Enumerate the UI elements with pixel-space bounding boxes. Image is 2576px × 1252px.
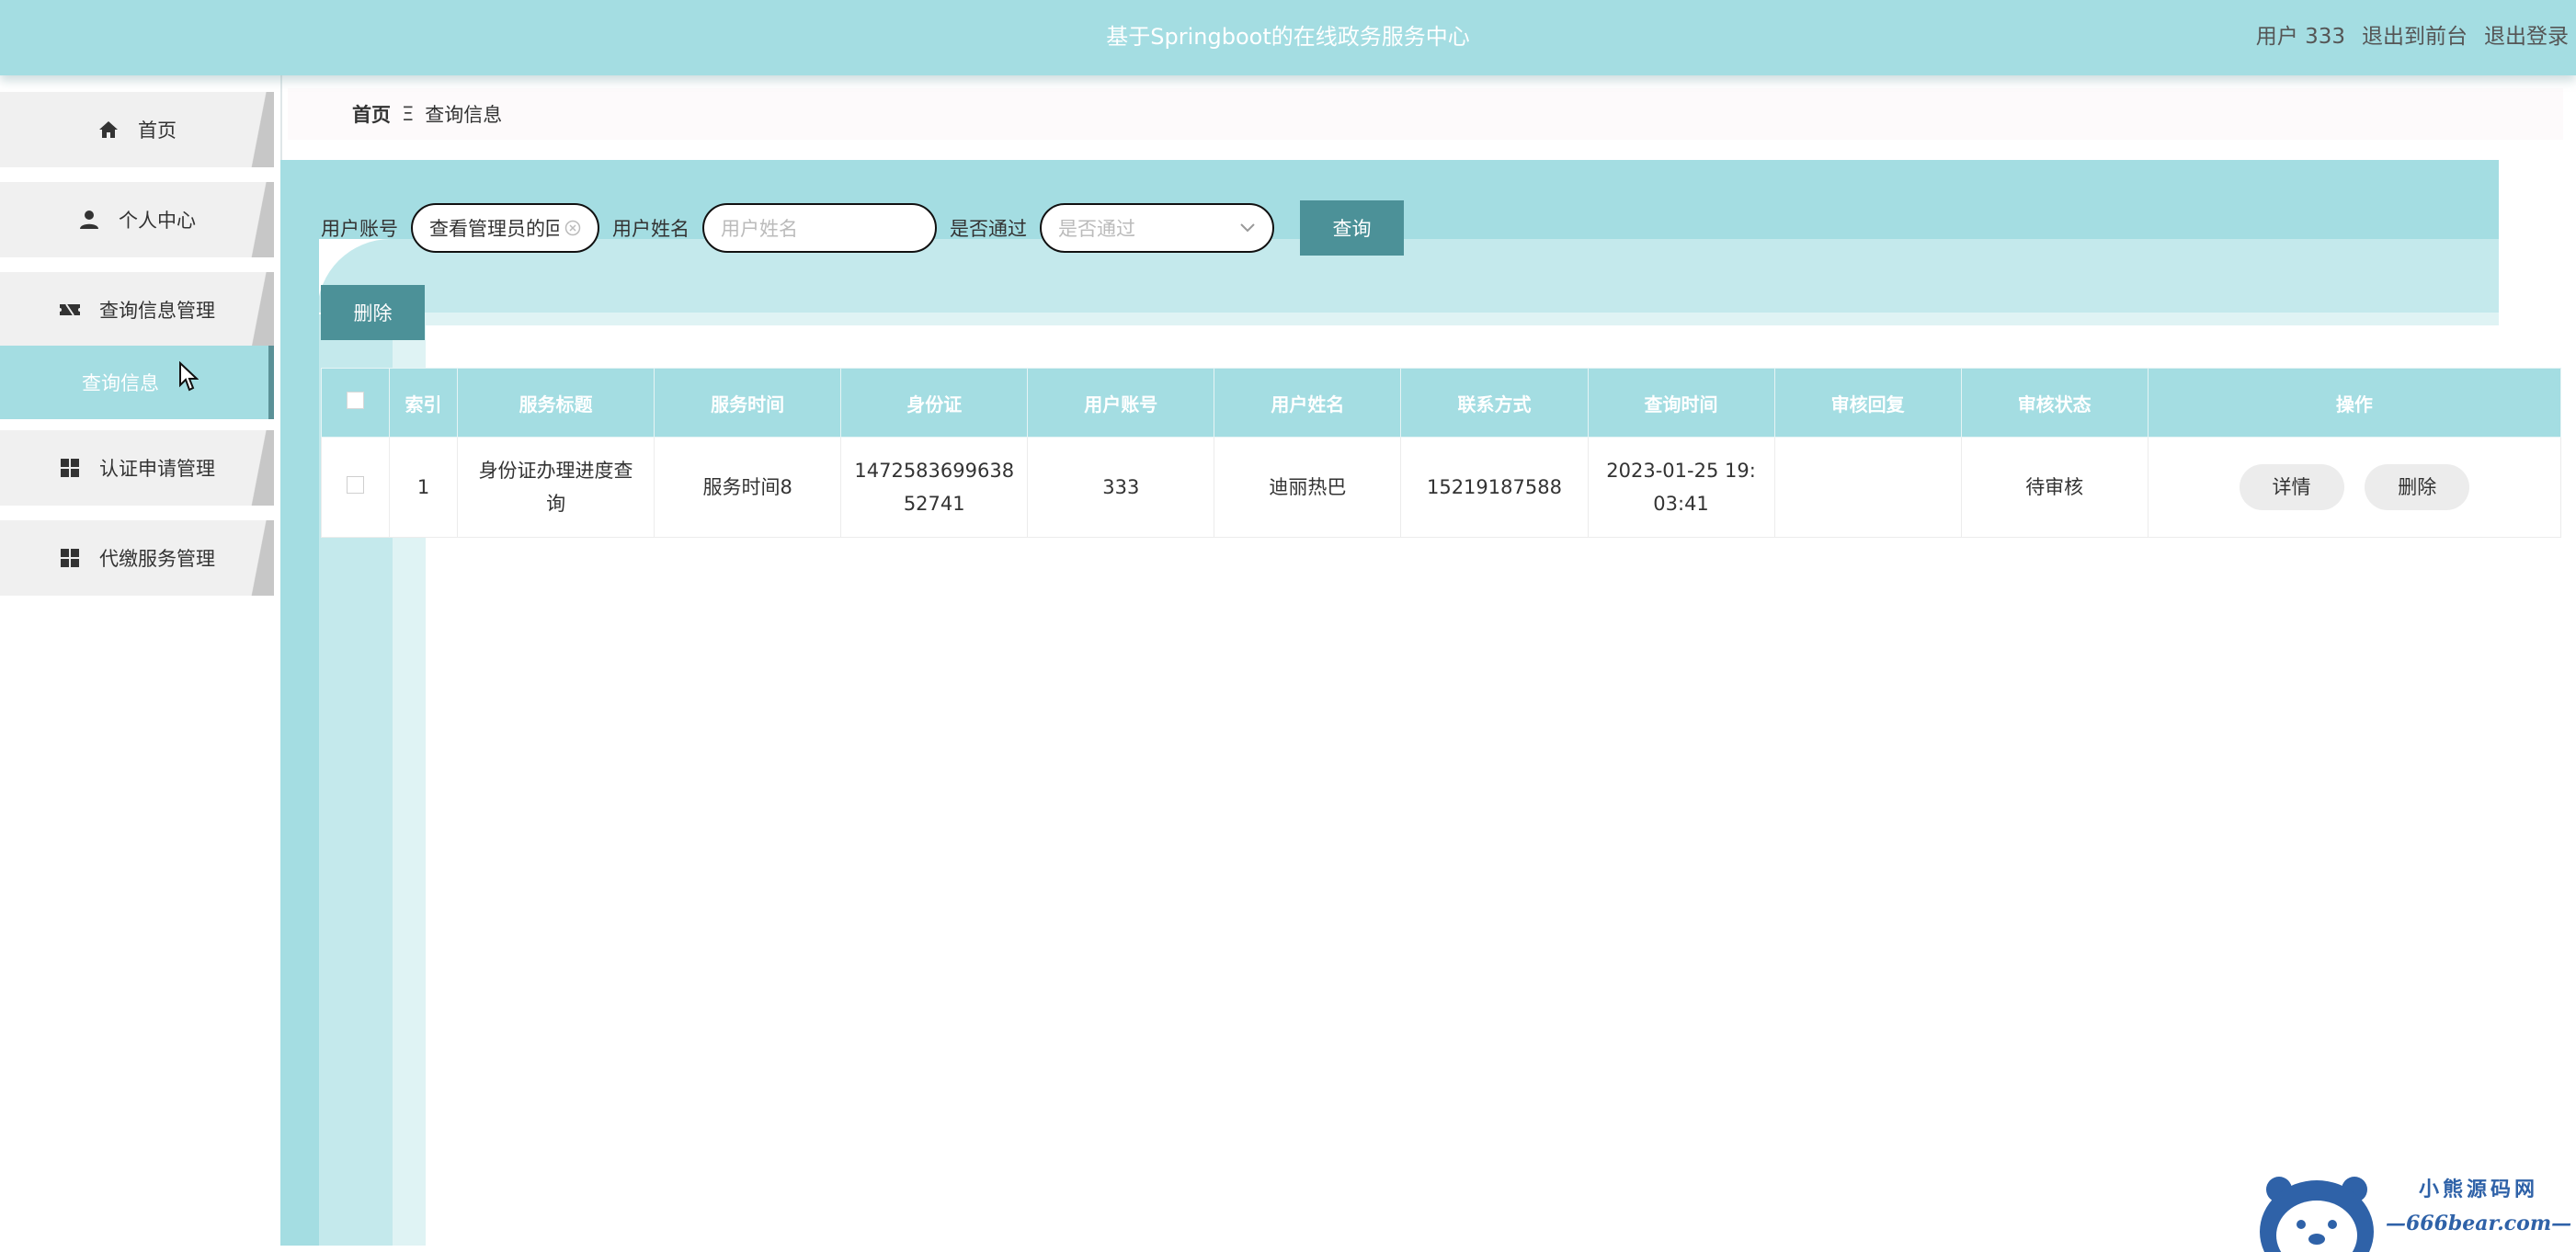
sidebar-item-personal-center[interactable]: 个人中心 bbox=[0, 182, 274, 257]
column-header: 联系方式 bbox=[1400, 368, 1589, 438]
name-input-placeholder: 用户姓名 bbox=[721, 218, 798, 240]
cell-actions: 详情 删除 bbox=[2147, 437, 2562, 538]
column-header: 用户姓名 bbox=[1214, 368, 1402, 438]
breadcrumb-separator-icon: Ξ bbox=[402, 103, 415, 125]
cell-query-time: 2023-01-25 19:03:41 bbox=[1587, 437, 1775, 538]
column-header: 服务时间 bbox=[654, 368, 842, 438]
watermark-text: 小熊源码网 bbox=[2419, 1178, 2539, 1201]
bear-logo-icon bbox=[2260, 1177, 2374, 1252]
account-input-value: 查看管理员的回复 bbox=[429, 218, 559, 240]
breadcrumb-home[interactable]: 首页 bbox=[352, 100, 391, 128]
cell-service-time: 服务时间8 bbox=[654, 437, 842, 538]
logout-link[interactable]: 退出登录 bbox=[2484, 20, 2569, 53]
breadcrumb-current: 查询信息 bbox=[425, 104, 503, 126]
chevron-down-icon bbox=[1240, 223, 1255, 233]
column-header: 服务标题 bbox=[457, 368, 655, 438]
home-icon bbox=[99, 121, 118, 138]
current-user-label: 用户 333 bbox=[2255, 25, 2345, 49]
sidebar-item-label: 首页 bbox=[138, 120, 177, 142]
breadcrumb: 首页 Ξ 查询信息 bbox=[288, 88, 2563, 140]
select-all-checkbox[interactable] bbox=[347, 392, 364, 409]
watermark-logo: 小熊源码网 —666bear.com— bbox=[2257, 1166, 2572, 1252]
sidebar-item-label: 查询信息 bbox=[82, 372, 159, 394]
query-info-table: 索引 服务标题 服务时间 身份证 用户账号 用户姓名 联系方式 查询时间 审核回… bbox=[320, 368, 2562, 538]
sidebar-item-home[interactable]: 首页 bbox=[0, 92, 274, 167]
grid-icon bbox=[61, 549, 79, 567]
cell-service-title: 身份证办理进度查询 bbox=[457, 437, 655, 538]
column-header: 审核回复 bbox=[1773, 368, 1962, 438]
watermark-url: —666bear.com— bbox=[2386, 1212, 2572, 1235]
column-header: 查询时间 bbox=[1587, 368, 1775, 438]
sidebar-item-label: 查询信息管理 bbox=[99, 300, 215, 322]
row-select-cell[interactable] bbox=[320, 437, 391, 538]
clear-icon[interactable] bbox=[564, 220, 581, 236]
cell-id-card: 147258369963852741 bbox=[840, 437, 1029, 538]
row-checkbox[interactable] bbox=[347, 476, 364, 494]
name-label: 用户姓名 bbox=[612, 218, 690, 240]
main-content: 首页 Ξ 查询信息 用户账号 查看管理员的回复 用户姓名 用户姓名 是否通过 是… bbox=[280, 75, 2576, 1246]
sidebar-item-label: 个人中心 bbox=[119, 210, 196, 232]
ticket-icon bbox=[60, 303, 80, 316]
mouse-cursor-icon bbox=[179, 361, 199, 392]
column-header: 身份证 bbox=[840, 368, 1029, 438]
table-header-row: 索引 服务标题 服务时间 身份证 用户账号 用户姓名 联系方式 查询时间 审核回… bbox=[320, 368, 2562, 438]
decorative-band bbox=[280, 160, 319, 1246]
sidebar-item-payment-service-management[interactable]: 代缴服务管理 bbox=[0, 520, 274, 596]
account-search-input[interactable]: 查看管理员的回复 bbox=[411, 203, 599, 253]
cell-name: 迪丽热巴 bbox=[1214, 437, 1402, 538]
table-row: 1 身份证办理进度查询 服务时间8 147258369963852741 333… bbox=[320, 437, 2562, 538]
sidebar-item-query-info-management[interactable]: 查询信息管理 bbox=[0, 272, 274, 347]
grid-icon bbox=[61, 459, 79, 477]
cell-account: 333 bbox=[1027, 437, 1215, 538]
column-header: 审核状态 bbox=[1960, 368, 2149, 438]
decorative-band bbox=[391, 313, 2499, 325]
user-icon bbox=[80, 211, 98, 229]
column-header: 索引 bbox=[389, 368, 459, 438]
cell-review-reply bbox=[1773, 437, 1962, 538]
row-delete-button[interactable]: 删除 bbox=[2365, 464, 2470, 510]
batch-delete-button[interactable]: 删除 bbox=[321, 285, 425, 340]
search-form: 用户账号 查看管理员的回复 用户姓名 用户姓名 是否通过 是否通过 查询 bbox=[321, 200, 1404, 256]
sidebar-item-query-info[interactable]: 查询信息 bbox=[0, 346, 274, 419]
back-to-front-link[interactable]: 退出到前台 bbox=[2362, 20, 2468, 53]
detail-button[interactable]: 详情 bbox=[2239, 464, 2344, 510]
query-button[interactable]: 查询 bbox=[1300, 200, 1404, 256]
name-search-input[interactable]: 用户姓名 bbox=[702, 203, 937, 253]
cell-review-status: 待审核 bbox=[1960, 437, 2149, 538]
account-label: 用户账号 bbox=[321, 218, 398, 240]
passed-select-placeholder: 是否通过 bbox=[1058, 218, 1135, 240]
sidebar-item-auth-application-management[interactable]: 认证申请管理 bbox=[0, 430, 274, 506]
cell-index: 1 bbox=[389, 437, 459, 538]
sidebar-item-label: 代缴服务管理 bbox=[99, 548, 215, 570]
sidebar: 首页 个人中心 查询信息管理 查询信息 认证申请管理 代缴服务管理 bbox=[0, 75, 282, 1246]
column-header: 用户账号 bbox=[1027, 368, 1215, 438]
passed-select[interactable]: 是否通过 bbox=[1040, 203, 1274, 253]
column-header: 操作 bbox=[2147, 368, 2562, 438]
sidebar-item-label: 认证申请管理 bbox=[99, 458, 215, 480]
header-user-area: 用户 333 退出到前台 退出登录 bbox=[2256, 20, 2569, 53]
cell-phone: 15219187588 bbox=[1400, 437, 1589, 538]
select-all-cell[interactable] bbox=[320, 368, 391, 438]
top-header-bar: 基于Springboot的在线政务服务中心 用户 333 退出到前台 退出登录 bbox=[0, 0, 2576, 75]
app-title: 基于Springboot的在线政务服务中心 bbox=[1106, 24, 1470, 50]
passed-label: 是否通过 bbox=[950, 218, 1027, 240]
